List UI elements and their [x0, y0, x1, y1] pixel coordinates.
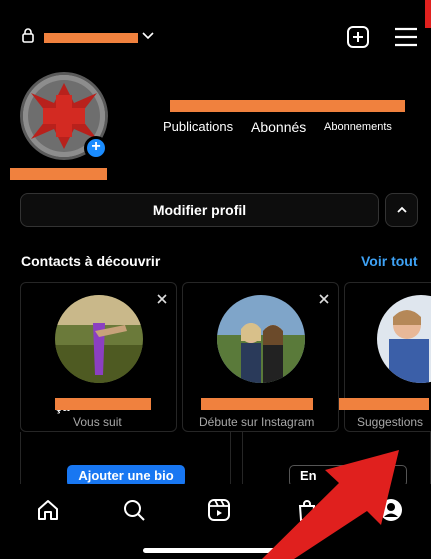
see-all-link[interactable]: Voir tout: [361, 253, 418, 269]
suggestion-avatar[interactable]: [217, 295, 305, 383]
suggestion-card[interactable]: Débute sur Instagram: [182, 282, 339, 432]
suggestion-card[interactable]: Suggestions: [339, 282, 431, 432]
profile-icon[interactable]: [379, 498, 403, 522]
redaction-mark: [10, 168, 107, 180]
menu-icon[interactable]: [394, 26, 418, 48]
reels-icon[interactable]: [207, 498, 231, 522]
stat-abonnements-label[interactable]: Abonnements: [324, 121, 392, 133]
home-indicator: [143, 548, 288, 553]
redaction-mark: [170, 100, 405, 112]
suggestion-subtitle: Suggestions: [357, 415, 424, 429]
profile-screen: + Publications Abonnés Abonnements Modif…: [0, 0, 431, 559]
suggestion-subtitle: Vous suit: [73, 415, 122, 429]
discover-toggle-button[interactable]: [385, 193, 418, 227]
contacts-title: Contacts à découvrir: [21, 253, 161, 269]
redaction-mark: [44, 33, 138, 43]
suggestion-subtitle: Débute sur Instagram: [199, 415, 315, 429]
lock-icon: [22, 28, 34, 43]
add-post-icon[interactable]: [346, 25, 370, 49]
annotation-mark: [425, 0, 431, 28]
redaction-mark: [55, 398, 151, 410]
stat-abonnes-label[interactable]: Abonnés: [251, 119, 306, 135]
home-icon[interactable]: [36, 498, 60, 522]
suggestion-card[interactable]: ça Vous suit: [20, 282, 177, 432]
redaction-mark: [339, 398, 429, 410]
suggestion-avatar[interactable]: [55, 295, 143, 383]
redaction-mark: [201, 398, 313, 410]
chevron-up-icon: [397, 206, 407, 213]
stat-publications-label[interactable]: Publications: [163, 119, 233, 134]
close-icon[interactable]: [156, 293, 168, 305]
profile-avatar-wrap[interactable]: +: [20, 72, 108, 160]
close-icon[interactable]: [318, 293, 330, 305]
top-bar: [0, 0, 431, 75]
suggestion-avatar[interactable]: [377, 295, 431, 383]
chevron-down-icon[interactable]: [142, 30, 154, 40]
edit-profile-button[interactable]: Modifier profil: [20, 193, 379, 227]
add-story-button[interactable]: +: [84, 136, 108, 160]
search-icon[interactable]: [122, 498, 146, 522]
shop-icon[interactable]: [295, 498, 319, 522]
